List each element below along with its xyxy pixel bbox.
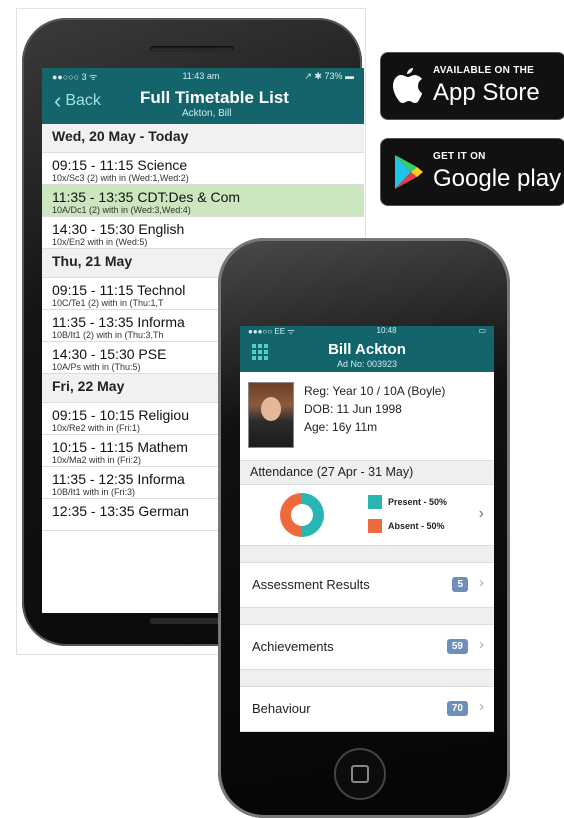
- attendance-heading: Attendance (27 Apr - 31 May): [240, 461, 494, 485]
- status-time: 10:48: [376, 326, 397, 335]
- apple-icon: [393, 68, 422, 103]
- badge-caption: GET IT ON: [433, 151, 486, 162]
- student-name: Bill Ackton: [328, 341, 406, 358]
- count-badge: 59: [446, 639, 468, 654]
- attendance-summary[interactable]: Present - 50% Absent - 50% ›: [240, 485, 494, 546]
- admission-number: Ad No: 003923: [336, 359, 398, 369]
- lesson-row[interactable]: 09:15 - 11:15 Science 10x/Sc3 (2) with i…: [42, 153, 364, 185]
- status-bar: ●●○○○ 3 ᯤ 11:43 am ↗ ✱ 73% ▬: [42, 68, 364, 84]
- legend-present: Present - 50%: [368, 495, 447, 509]
- absent-swatch: [368, 519, 382, 533]
- absent-label: Absent - 50%: [388, 521, 445, 531]
- student-profile: Reg: Year 10 / 10A (Boyle) DOB: 11 Jun 1…: [240, 372, 494, 461]
- chevron-right-icon: ›: [479, 636, 484, 653]
- count-badge: 5: [452, 577, 468, 592]
- present-swatch: [368, 495, 382, 509]
- iphone: ●●●○○ EE ᯤ 10:48 ▭ Bill Ackton Ad No: 00…: [218, 238, 510, 818]
- status-time: 11:43 am: [182, 71, 220, 81]
- registration-info: Reg: Year 10 / 10A (Boyle): [304, 384, 446, 398]
- back-button[interactable]: ‹ Back: [54, 88, 101, 113]
- student-photo: [248, 382, 294, 448]
- nav-bar: ‹ Back Full Timetable List Ackton, Bill: [42, 84, 364, 124]
- menu-item-label: Achievements: [252, 639, 334, 654]
- lesson-time: 14:30 - 15:30 English: [52, 221, 185, 237]
- badge-title: Google play: [433, 165, 562, 192]
- chevron-left-icon: ‹: [54, 88, 62, 113]
- lesson-row-current[interactable]: 11:35 - 13:35 CDT:Des & Com 10A/Dc1 (2) …: [42, 185, 364, 217]
- day-heading: Wed, 20 May - Today: [42, 124, 364, 153]
- divider: [240, 608, 494, 624]
- chevron-right-icon: ›: [478, 505, 484, 522]
- present-label: Present - 50%: [388, 497, 448, 507]
- lesson-detail: 10A/Dc1 (2) with in (Wed:3,Wed:4): [52, 205, 191, 215]
- nav-bar: Bill Ackton Ad No: 003923: [240, 338, 494, 372]
- page-subtitle: Ackton, Bill: [182, 108, 232, 119]
- page-title: Full Timetable List: [140, 88, 289, 107]
- signal-indicator: ●●●○○ EE ᯤ: [248, 327, 295, 336]
- chevron-right-icon: ›: [479, 698, 484, 715]
- divider: [240, 670, 494, 686]
- status-bar: ●●●○○ EE ᯤ 10:48 ▭: [240, 326, 494, 338]
- age: Age: 16y 11m: [304, 420, 378, 434]
- lesson-time: 09:15 - 11:15 Science: [52, 157, 188, 173]
- home-button[interactable]: [334, 748, 386, 800]
- signal-indicator: ●●○○○ 3 ᯤ: [52, 71, 98, 82]
- google-play-icon: [395, 155, 423, 189]
- lesson-detail: 10x/Sc3 (2) with in (Wed:1,Wed:2): [52, 173, 189, 183]
- attendance-donut-chart: [280, 493, 324, 537]
- earpiece: [338, 286, 392, 293]
- chevron-right-icon: ›: [479, 574, 484, 591]
- google-play-badge[interactable]: GET IT ON Google play: [380, 138, 564, 206]
- menu-item-behaviour[interactable]: Behaviour 70 ›: [240, 686, 494, 732]
- menu-item-label: Assessment Results: [252, 577, 370, 592]
- count-badge: 70: [446, 701, 468, 716]
- speaker-grille: [150, 46, 234, 52]
- menu-item-label: Behaviour: [252, 701, 311, 716]
- divider: [240, 546, 494, 562]
- badge-title: App Store: [433, 79, 540, 106]
- camera-icon: [310, 284, 320, 294]
- lesson-time: 11:35 - 13:35 CDT:Des & Com: [52, 189, 241, 205]
- back-label: Back: [65, 92, 101, 109]
- iphone-screen: ●●●○○ EE ᯤ 10:48 ▭ Bill Ackton Ad No: 00…: [240, 326, 494, 732]
- battery-indicator: ↗ ✱ 73% ▬: [304, 70, 354, 81]
- menu-item-achievements[interactable]: Achievements 59 ›: [240, 624, 494, 670]
- battery-indicator: ▭: [478, 326, 486, 335]
- legend-absent: Absent - 50%: [368, 519, 445, 533]
- badge-caption: AVAILABLE ON THE: [433, 65, 535, 76]
- home-square-icon: [351, 765, 369, 783]
- app-store-badge[interactable]: AVAILABLE ON THE App Store: [380, 52, 564, 120]
- menu-item-assessment-results[interactable]: Assessment Results 5 ›: [240, 562, 494, 608]
- date-of-birth: DOB: 11 Jun 1998: [304, 402, 402, 416]
